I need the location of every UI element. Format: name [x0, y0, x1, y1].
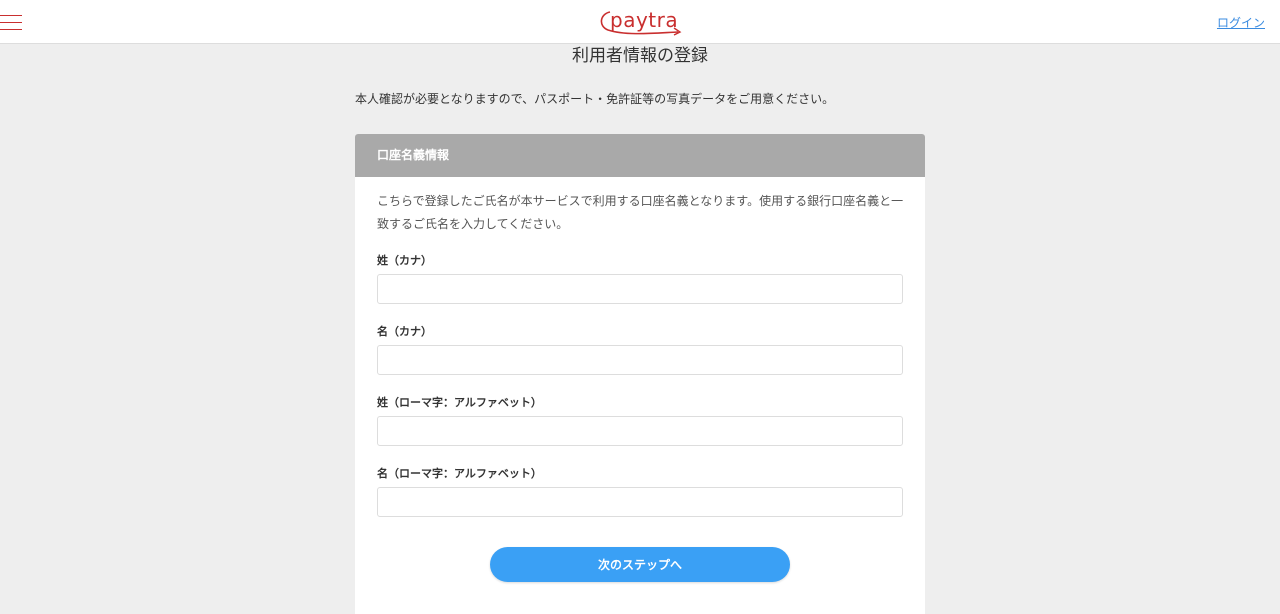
login-link[interactable]: ログイン — [1217, 14, 1265, 31]
account-holder-card: 口座名義情報 こちらで登録したご氏名が本サービスで利用する口座名義となります。使… — [355, 134, 925, 614]
card-header: 口座名義情報 — [355, 134, 925, 177]
paytra-logo[interactable]: paytra — [596, 6, 684, 38]
card-description: こちらで登録したご氏名が本サービスで利用する口座名義となります。使用する銀行口座… — [377, 194, 904, 231]
hamburger-line — [0, 29, 22, 30]
first-name-romaji-label: 名（ローマ字：アルファベット） — [377, 467, 542, 480]
last-name-kana-label: 姓（カナ） — [377, 254, 432, 267]
hamburger-line — [0, 22, 22, 23]
last-name-romaji-input[interactable] — [377, 416, 903, 446]
top-header: paytra ログイン — [0, 0, 1280, 44]
page-title: 利用者情報の登録 — [572, 46, 708, 66]
last-name-romaji-label: 姓（ローマ字：アルファベット） — [377, 396, 542, 409]
intro-text: 本人確認が必要となりますので、パスポート・免許証等の写真データをご用意ください。 — [355, 92, 835, 106]
last-name-kana-input[interactable] — [377, 274, 903, 304]
first-name-romaji-input[interactable] — [377, 487, 903, 517]
logo-text: paytra — [610, 8, 679, 32]
first-name-kana-input[interactable] — [377, 345, 903, 375]
first-name-kana-label: 名（カナ） — [377, 325, 432, 338]
hamburger-line — [0, 15, 22, 16]
hamburger-menu-icon[interactable] — [0, 12, 22, 32]
next-step-button[interactable]: 次のステップへ — [490, 547, 790, 582]
